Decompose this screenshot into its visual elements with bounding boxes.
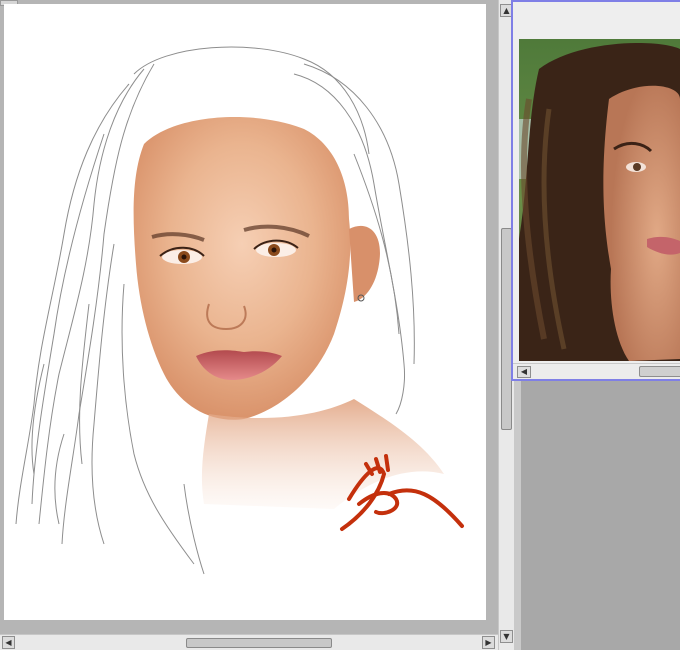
scroll-right-icon[interactable]: ▶ (482, 636, 495, 649)
reference-horizontal-scrollbar[interactable]: ◀ (513, 363, 680, 379)
portrait-artwork (15, 46, 464, 575)
canvas-horizontal-scrollbar[interactable]: ◀ ▶ (0, 634, 498, 650)
canvas-horizontal-scroll-thumb[interactable] (186, 638, 332, 648)
scroll-left-icon[interactable]: ◀ (2, 636, 15, 649)
reference-window[interactable]: ◀ (511, 0, 680, 381)
reference-photo (519, 39, 680, 361)
empty-workspace (521, 381, 680, 650)
reference-horizontal-scroll-thumb[interactable] (639, 366, 680, 377)
scroll-down-icon[interactable]: ▼ (500, 630, 513, 643)
reference-scroll-left-icon[interactable]: ◀ (517, 366, 531, 378)
drawing-canvas[interactable] (4, 4, 486, 620)
canvas-window: ▲ ▼ ◀ ▶ (0, 0, 514, 650)
reference-portrait-photo (519, 39, 680, 361)
